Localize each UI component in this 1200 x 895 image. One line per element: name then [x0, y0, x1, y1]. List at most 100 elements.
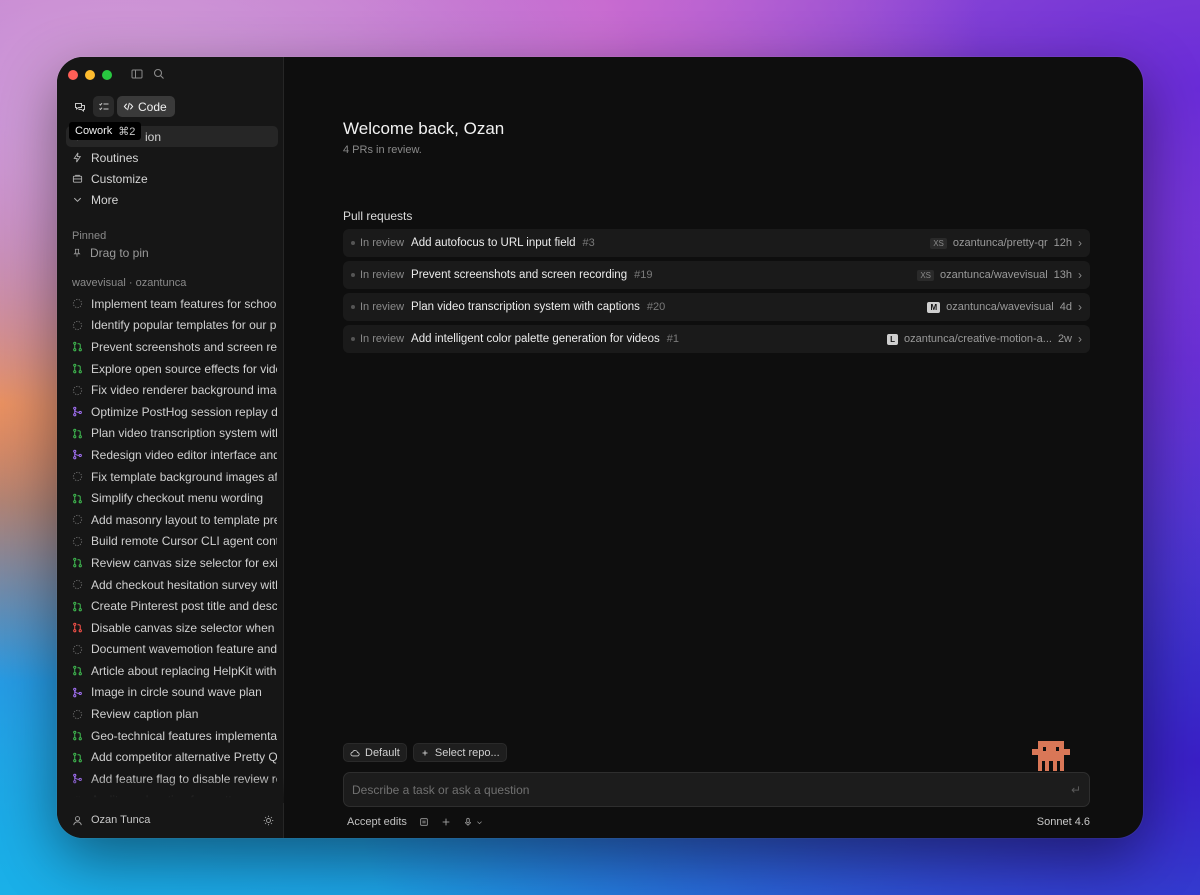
pull-request-row[interactable]: In review Prevent screenshots and screen …	[343, 261, 1090, 289]
session-item[interactable]: Create Pinterest post title and descri	[72, 595, 277, 617]
main-panel: Welcome back, Ozan 4 PRs in review. Pull…	[284, 57, 1143, 838]
open-pr-icon	[73, 428, 82, 439]
microphone-icon	[465, 817, 471, 826]
pr-age: 4d	[1059, 301, 1072, 313]
open-pr-icon	[73, 752, 82, 763]
tooltip-label: Cowork	[75, 125, 113, 137]
session-item[interactable]: Add checkout hesitation survey with	[72, 574, 277, 596]
chat-bubbles-icon	[74, 102, 85, 112]
code-icon	[123, 102, 134, 111]
session-status-icon	[72, 385, 83, 396]
prompt-input[interactable]	[352, 782, 1071, 797]
open-pr-icon	[73, 730, 82, 741]
send-icon[interactable]: ↵	[1071, 783, 1081, 797]
sidebar-top-icons	[131, 67, 165, 85]
draft-status-icon	[72, 536, 83, 546]
sidebar-toggle-icon[interactable]	[131, 67, 143, 85]
session-status-icon	[72, 428, 83, 439]
session-item[interactable]: Identify popular templates for our pro	[72, 315, 277, 337]
session-title: Geo-technical features implementati	[91, 728, 277, 743]
select-repo-chip[interactable]: Select repo...	[412, 743, 507, 762]
open-pr-icon	[73, 342, 82, 352]
session-item[interactable]: Build remote Cursor CLI agent contro	[72, 531, 277, 553]
nav-more[interactable]: More	[66, 189, 278, 210]
chevron-right-icon: ›	[1078, 268, 1082, 282]
environment-chip-label: Default	[365, 746, 400, 759]
session-item[interactable]: Disable canvas size selector when du	[72, 617, 277, 639]
cowork-mode-button[interactable]	[93, 96, 114, 117]
session-status-icon	[72, 644, 83, 655]
session-item[interactable]: Fix template background images after	[72, 466, 277, 488]
session-item[interactable]: Add masonry layout to template previ	[72, 509, 277, 531]
draft-status-icon	[72, 299, 83, 309]
chat-mode-button[interactable]	[69, 96, 90, 117]
session-item[interactable]: Explore open source effects for video	[72, 358, 277, 380]
pr-meta: Mozantunca/wavevisual 4d ›	[927, 300, 1082, 314]
pr-status-dot	[351, 273, 355, 277]
pr-status: In review	[360, 333, 405, 345]
app-window: Code Cowork ⌘2 ion Routines Customize Mo…	[57, 57, 1143, 838]
add-context-icon[interactable]	[441, 817, 451, 827]
session-item[interactable]: Fix video renderer background image	[72, 379, 277, 401]
pin-icon	[73, 248, 81, 257]
pull-request-row[interactable]: In review Plan video transcription system…	[343, 293, 1090, 321]
attach-file-icon[interactable]	[419, 817, 429, 827]
pinned-section-label: Pinned	[72, 230, 107, 242]
nav-customize-label: Customize	[91, 171, 148, 186]
pr-repo: ozantunca/wavevisual	[940, 269, 1048, 281]
pr-status-dot	[351, 337, 355, 341]
session-item[interactable]: Article about replacing HelpKit with o	[72, 660, 277, 682]
theme-toggle-icon[interactable]	[263, 815, 274, 826]
session-item[interactable]: Prevent screenshots and screen reco	[72, 336, 277, 358]
session-item[interactable]: Redesign video editor interface and fl	[72, 444, 277, 466]
bolt-icon	[73, 152, 82, 163]
session-item[interactable]: Review canvas size selector for existi	[72, 552, 277, 574]
pr-status: In review	[360, 237, 405, 249]
session-item[interactable]: Simplify checkout menu wording	[72, 487, 277, 509]
pr-age: 13h	[1053, 269, 1072, 281]
code-mode-button[interactable]: Code	[117, 96, 175, 117]
zoom-window-button[interactable]	[102, 70, 112, 80]
accept-edits-toggle[interactable]: Accept edits	[347, 816, 407, 828]
close-window-button[interactable]	[68, 70, 78, 80]
pr-number: #20	[646, 301, 666, 313]
session-status-icon	[72, 341, 83, 352]
pull-request-row[interactable]: In review Add autofocus to URL input fiel…	[343, 229, 1090, 257]
nav-routines[interactable]: Routines	[66, 147, 278, 168]
session-title: Add competitor alternative Pretty QR	[91, 750, 277, 765]
pr-title: Plan video transcription system with cap…	[411, 301, 640, 313]
environment-chip[interactable]: Default	[343, 743, 407, 762]
session-item[interactable]: Add competitor alternative Pretty QR	[72, 746, 277, 768]
window-controls	[68, 70, 112, 80]
merged-pr-icon	[73, 450, 82, 460]
session-title: Identify popular templates for our pro	[91, 318, 277, 333]
session-title: Simplify checkout menu wording	[91, 491, 264, 506]
nav-customize[interactable]: Customize	[66, 168, 278, 189]
session-title: Plan video transcription system with c	[91, 426, 277, 441]
microphone-menu[interactable]	[463, 817, 483, 827]
model-selector[interactable]: Sonnet 4.6	[1037, 816, 1090, 828]
pr-meta: Lozantunca/creative-motion-a... 2w ›	[887, 332, 1082, 346]
session-item[interactable]: Optimize PostHog session replay distr	[72, 401, 277, 423]
pr-repo: ozantunca/wavevisual	[946, 301, 1054, 313]
search-icon[interactable]	[153, 67, 165, 85]
draft-status-icon	[72, 471, 83, 482]
session-item[interactable]: Review caption plan	[72, 703, 277, 725]
minimize-window-button[interactable]	[85, 70, 95, 80]
pull-request-row[interactable]: In review Add intelligent color palette g…	[343, 325, 1090, 353]
user-name: Ozan Tunca	[91, 814, 151, 826]
session-title: Review caption plan	[91, 707, 199, 722]
session-item[interactable]: Geo-technical features implementati	[72, 725, 277, 747]
session-item[interactable]: Document wavemotion feature and pl	[72, 639, 277, 661]
pr-size-badge: L	[887, 333, 898, 345]
session-item[interactable]: Image in circle sound wave plan	[72, 682, 277, 704]
session-item[interactable]: Plan video transcription system with c	[72, 423, 277, 445]
pr-title: Add intelligent color palette generation…	[411, 333, 660, 345]
pr-title: Add autofocus to URL input field	[411, 237, 576, 249]
user-profile[interactable]: Ozan Tunca	[72, 814, 274, 826]
chevron-right-icon: ›	[1078, 332, 1082, 346]
session-title: Build remote Cursor CLI agent contro	[91, 534, 277, 549]
session-item[interactable]: Implement team features for school p	[72, 293, 277, 315]
session-title: Article about replacing HelpKit with o	[91, 663, 277, 678]
session-title: Review canvas size selector for existi	[91, 555, 277, 570]
